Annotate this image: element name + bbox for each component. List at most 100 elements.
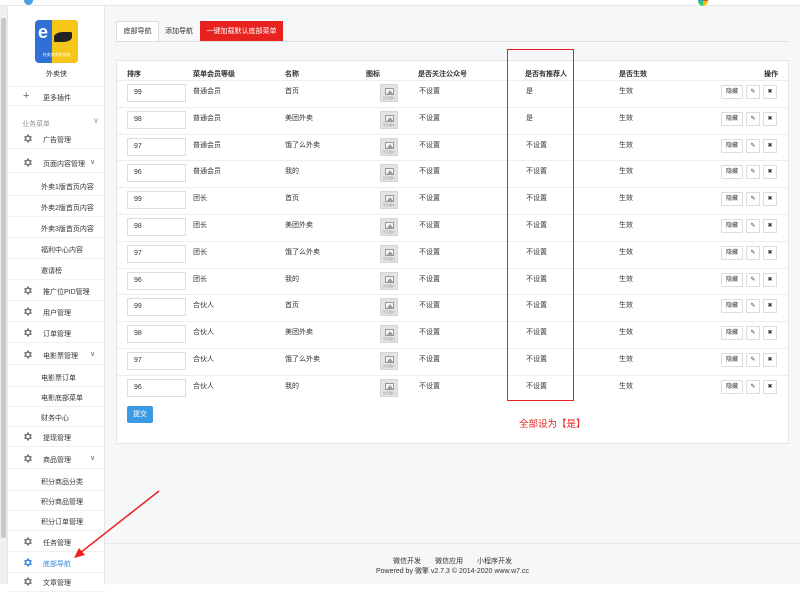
footer-link-miniprogram[interactable]: 小程序开发 [477,558,512,565]
sort-input[interactable]: 99 [127,298,186,317]
sidebar-item-13[interactable]: 财务中心 [8,406,105,427]
hide-button[interactable]: 隐藏 [721,299,743,314]
edit-icon[interactable]: ✎ [746,165,760,180]
sort-input[interactable]: 97 [127,244,186,263]
sidebar-item-2[interactable]: 外卖1版首页内容 [8,175,105,196]
sidebar-item-14[interactable]: 提现管理 [8,426,105,447]
footer-link-wechat-dev[interactable]: 微信开发 [393,558,421,565]
active-status: 生效 [619,356,633,363]
hide-button[interactable]: 隐藏 [721,379,743,394]
sort-input[interactable]: 96 [127,378,186,397]
sidebar-item-label: 外卖1版首页内容 [41,184,94,191]
edit-icon[interactable]: ✎ [746,326,760,341]
sort-input[interactable]: 96 [127,164,186,183]
delete-icon[interactable]: ✖ [763,379,777,394]
more-plugins-label: 更多插件 [43,95,71,102]
edit-icon[interactable]: ✎ [746,379,760,394]
member-level: 普通会员 [193,114,221,122]
submit-button[interactable]: 提交 [127,406,153,423]
sidebar-item-8[interactable]: 用户管理 [8,301,105,322]
sidebar-item-1[interactable]: 页面内容管理 ∨ [8,152,105,173]
image-placeholder-icon: 暂无图片 [380,164,398,183]
more-plugins-button[interactable]: + 更多插件 [8,86,105,106]
sidebar-item-12[interactable]: 电影底部菜单 [8,386,105,407]
hide-button[interactable]: 隐藏 [721,219,743,233]
edit-icon[interactable]: ✎ [746,138,760,153]
delete-icon[interactable]: ✖ [763,111,777,126]
delete-icon[interactable]: ✖ [763,219,777,233]
tab-add-nav[interactable]: 添加导航 [158,21,200,42]
delete-icon[interactable]: ✖ [763,192,777,207]
edit-icon[interactable]: ✎ [746,299,760,314]
sidebar-item-11[interactable]: 电影票订单 [8,366,105,387]
chevron-down-icon[interactable]: ∨ [90,454,95,462]
delete-icon[interactable]: ✖ [763,326,777,341]
sort-input[interactable]: 96 [127,271,186,290]
sort-input[interactable]: 99 [127,191,186,210]
chevron-down-icon[interactable]: ∨ [90,350,95,358]
sidebar-item-5[interactable]: 福利中心内容 [8,238,105,259]
sidebar-item-17[interactable]: 积分商品管理 [8,490,105,511]
chevron-down-icon[interactable]: ∨ [93,116,99,125]
member-level: 团长 [193,275,207,283]
edit-icon[interactable]: ✎ [746,219,760,233]
sort-input[interactable]: 98 [127,325,186,344]
sidebar-item-7[interactable]: 推广位PID管理 [8,280,105,301]
left-scrollbar[interactable] [0,6,8,584]
edit-icon[interactable]: ✎ [746,245,760,260]
sidebar-item-label: 外卖2版首页内容 [41,205,94,212]
site-logo-icon[interactable] [24,0,33,5]
sort-input[interactable]: 98 [127,110,186,129]
image-placeholder-icon: 暂无图片 [380,218,398,236]
edit-icon[interactable]: ✎ [746,192,760,207]
edit-icon[interactable]: ✎ [746,111,760,126]
menu-name: 首页 [285,195,299,203]
sidebar-item-15[interactable]: 商品管理 ∨ [8,448,105,469]
delete-icon[interactable]: ✖ [763,272,777,287]
menu-name: 首页 [285,302,299,310]
logo-e-icon: e [38,22,49,42]
footer-link-wechat-app[interactable]: 微信应用 [435,558,463,565]
sidebar-item-16[interactable]: 积分商品分类 [8,470,105,491]
hide-button[interactable]: 隐藏 [721,165,743,180]
delete-icon[interactable]: ✖ [763,245,777,260]
tab-bottom-nav[interactable]: 底部导航 [116,21,159,42]
hide-button[interactable]: 隐藏 [721,111,743,126]
sort-input[interactable]: 98 [127,218,186,236]
sidebar-item-9[interactable]: 订单管理 [8,322,105,343]
image-placeholder-icon: 暂无图片 [380,84,398,102]
edit-icon[interactable]: ✎ [746,353,760,367]
sort-input[interactable]: 99 [127,84,186,102]
sidebar-item-18[interactable]: 积分订单管理 [8,510,105,531]
tab-divider [116,41,788,42]
hide-button[interactable]: 隐藏 [721,138,743,153]
sidebar-item-4[interactable]: 外卖3版首页内容 [8,217,105,238]
hide-button[interactable]: 隐藏 [721,326,743,341]
sort-input[interactable]: 97 [127,137,186,156]
hide-button[interactable]: 隐藏 [721,192,743,207]
load-default-menu-button[interactable]: 一键加载默认底部菜单 [200,21,283,42]
delete-icon[interactable]: ✖ [763,299,777,314]
sidebar-item-21[interactable]: 文章管理 [8,571,105,592]
edit-icon[interactable]: ✎ [746,85,760,99]
header-follow: 是否关注公众号 [418,71,467,78]
hide-button[interactable]: 隐藏 [721,272,743,287]
sidebar-item-6[interactable]: 邀请榜 [8,259,105,280]
sidebar-item-3[interactable]: 外卖2版首页内容 [8,196,105,217]
hide-button[interactable]: 隐藏 [721,85,743,99]
delete-icon[interactable]: ✖ [763,353,777,367]
delete-icon[interactable]: ✖ [763,85,777,99]
hide-button[interactable]: 隐藏 [721,245,743,260]
sidebar-item-0[interactable]: 广告管理 [8,128,105,149]
scrollbar-thumb[interactable] [1,18,6,538]
sidebar-item-20[interactable]: 底部导航 [8,552,105,573]
sidebar-item-10[interactable]: 电影票管理 ∨ [8,344,105,365]
delete-icon[interactable]: ✖ [763,165,777,180]
delete-icon[interactable]: ✖ [763,138,777,153]
sort-input[interactable]: 97 [127,352,186,370]
sidebar-item-19[interactable]: 任务管理 [8,531,105,552]
hide-button[interactable]: 隐藏 [721,353,743,367]
chevron-down-icon[interactable]: ∨ [90,158,95,166]
no-image-text: 暂无图片 [382,310,395,315]
edit-icon[interactable]: ✎ [746,272,760,287]
